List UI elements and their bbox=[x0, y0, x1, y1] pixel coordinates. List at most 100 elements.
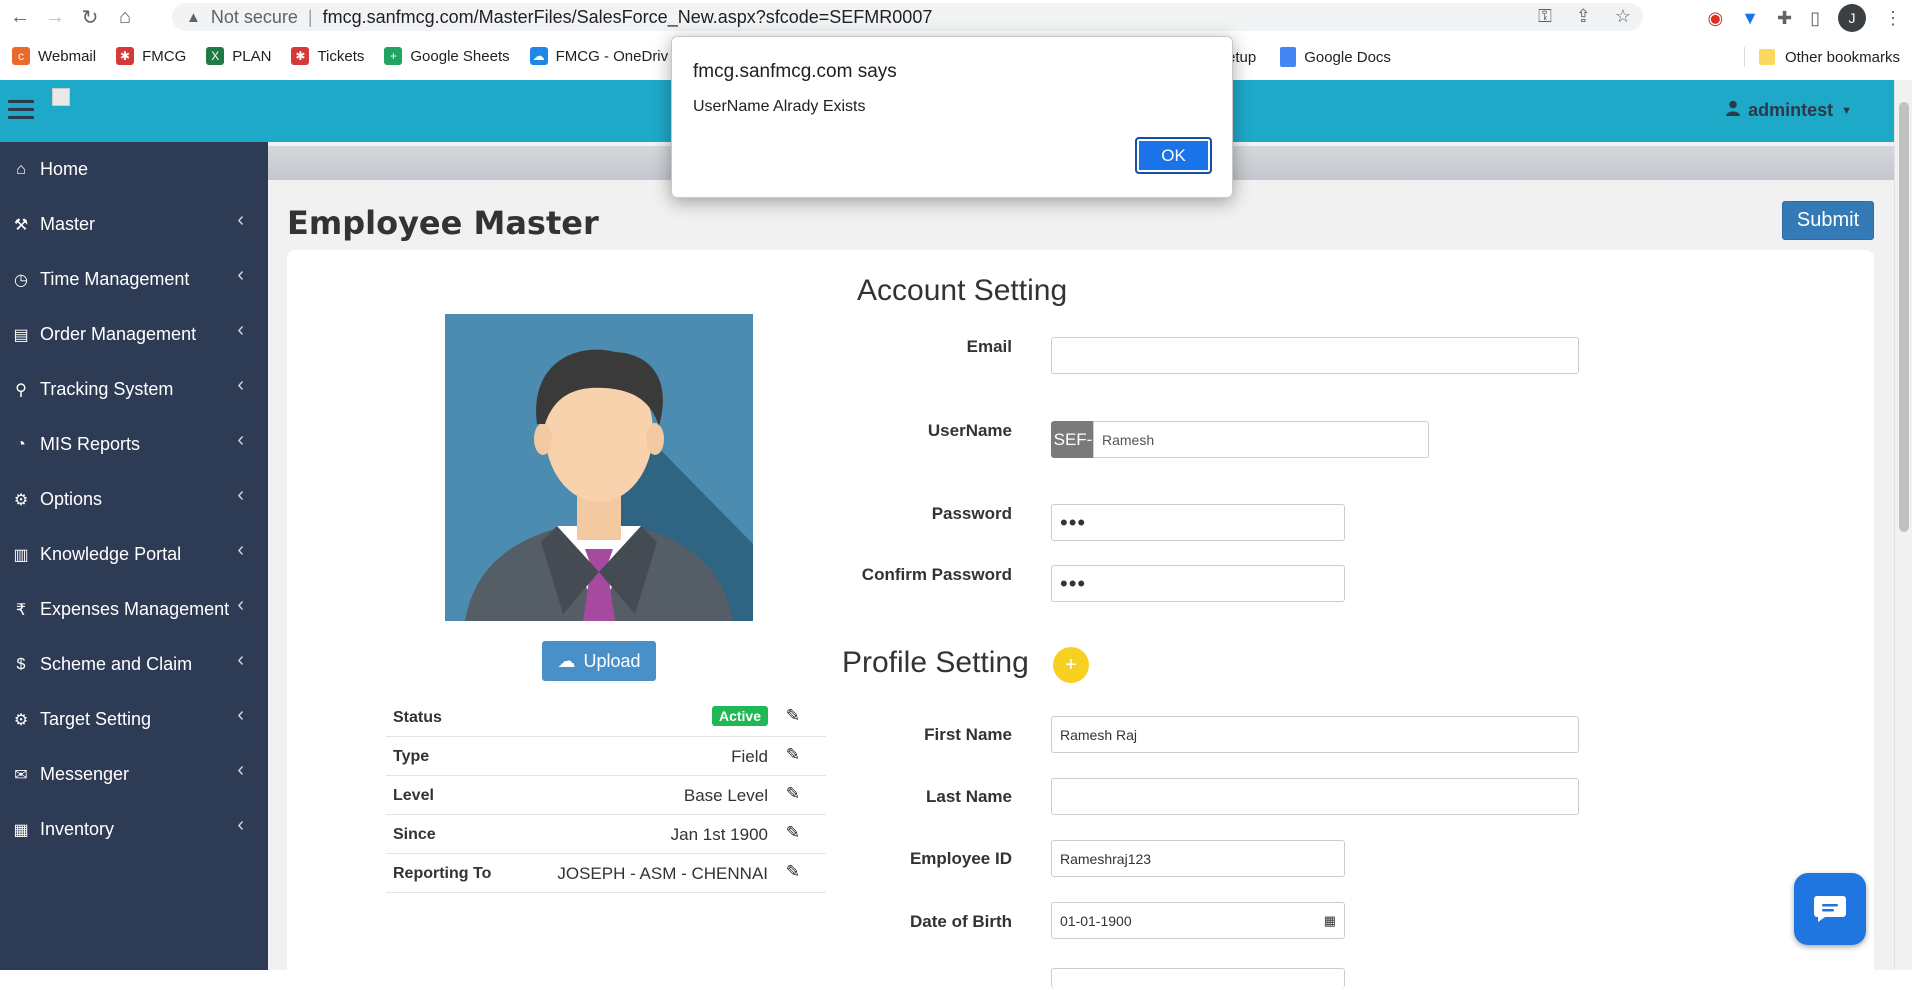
bookmark-webmail[interactable]: c Webmail bbox=[12, 47, 96, 65]
caret-down-icon: ▼ bbox=[1841, 104, 1852, 117]
calendar-icon[interactable]: ▦ bbox=[1324, 913, 1336, 929]
star-icon[interactable]: ☆ bbox=[1615, 6, 1631, 27]
first-name-field[interactable]: Ramesh Raj bbox=[1051, 716, 1579, 753]
extensions-area: ◉ ▼ ✚ ▯ J ⋮ bbox=[1707, 4, 1902, 32]
bookmark-tickets[interactable]: ✱ Tickets bbox=[291, 47, 364, 65]
chevron-left-icon: ‹ bbox=[237, 264, 244, 286]
omnibox-actions: ⚿ ⇪ ☆ bbox=[1538, 6, 1631, 27]
employee-id-field[interactable]: Rameshraj123 bbox=[1051, 840, 1345, 877]
vpn-extension-icon[interactable]: ▼ bbox=[1741, 8, 1759, 29]
username-label-field: UserName bbox=[927, 421, 1012, 440]
next-field-partial[interactable] bbox=[1051, 968, 1345, 988]
password-field[interactable]: ••• bbox=[1051, 504, 1345, 541]
upload-button[interactable]: ☁ Upload bbox=[542, 641, 656, 681]
scrollbar-thumb[interactable] bbox=[1899, 102, 1909, 532]
sidebar-item-master[interactable]: ⚒ Master ‹ bbox=[0, 197, 268, 252]
profile-avatar[interactable]: J bbox=[1838, 4, 1866, 32]
account-setting-title: Account Setting bbox=[857, 274, 1068, 307]
chat-launcher-button[interactable] bbox=[1794, 873, 1866, 945]
bookmark-google-docs[interactable]: Google Docs bbox=[1304, 49, 1391, 66]
sidebar-item-home[interactable]: ⌂ Home bbox=[0, 142, 268, 197]
tickets-icon: ✱ bbox=[291, 47, 310, 65]
url-text: fmcg.sanfmcg.com/MasterFiles/SalesForce_… bbox=[322, 6, 933, 27]
page-scrollbar[interactable] bbox=[1894, 80, 1912, 970]
excel-icon: X bbox=[206, 47, 225, 65]
employee-id-label: Employee ID bbox=[909, 849, 1012, 868]
email-field[interactable] bbox=[1051, 337, 1579, 374]
confirm-password-field[interactable]: ••• bbox=[1051, 565, 1345, 602]
bookmark-plan[interactable]: X PLAN bbox=[206, 47, 271, 65]
map-marker-icon: ⚲ bbox=[15, 381, 27, 399]
alert-title: fmcg.sanfmcg.com says bbox=[693, 61, 897, 82]
share-icon[interactable]: ⇪ bbox=[1576, 6, 1591, 27]
chevron-left-icon: ‹ bbox=[237, 484, 244, 506]
puzzle-icon[interactable]: ✚ bbox=[1777, 8, 1792, 29]
status-badge: Active bbox=[711, 706, 768, 726]
edit-pencil-icon[interactable]: ✎ bbox=[786, 823, 800, 843]
forward-icon[interactable]: → bbox=[40, 3, 70, 33]
info-value: Field bbox=[731, 747, 768, 766]
upload-label: Upload bbox=[583, 650, 641, 671]
reload-icon[interactable]: ↻ bbox=[75, 3, 105, 33]
key-icon[interactable]: ⚿ bbox=[1538, 6, 1552, 27]
address-separator: | bbox=[307, 6, 313, 27]
email-label: Email bbox=[966, 337, 1012, 356]
sidebar-item-expenses-management[interactable]: ₹ Expenses Management ‹ bbox=[0, 582, 268, 637]
sidebar-item-messenger[interactable]: ✉ Messenger ‹ bbox=[0, 747, 268, 802]
main-content: Employee Master Submit ☁ Upload Status A… bbox=[268, 142, 1894, 990]
other-bookmarks[interactable]: Other bookmarks bbox=[1743, 47, 1900, 67]
last-name-field[interactable] bbox=[1051, 778, 1579, 815]
sidebar-item-target-setting[interactable]: ⚙ Target Setting ‹ bbox=[0, 692, 268, 747]
sidebar-item-order-management[interactable]: ▤ Order Management ‹ bbox=[0, 307, 268, 362]
profile-setting-title: Profile Setting bbox=[842, 646, 1029, 679]
chevron-left-icon: ‹ bbox=[237, 209, 244, 231]
sidepanel-icon[interactable]: ▯ bbox=[1810, 8, 1820, 29]
username-field[interactable]: Ramesh bbox=[1093, 421, 1429, 458]
edit-status-pencil-icon[interactable]: ✎ bbox=[786, 706, 800, 726]
chevron-left-icon: ‹ bbox=[237, 319, 244, 341]
fmcg-icon: ✱ bbox=[116, 47, 135, 65]
dob-label: Date of Birth bbox=[910, 912, 1012, 931]
sidebar-item-tracking-system[interactable]: ⚲ Tracking System ‹ bbox=[0, 362, 268, 417]
sidebar-item-scheme-and-claim[interactable]: $ Scheme and Claim ‹ bbox=[0, 637, 268, 692]
home-browser-icon[interactable]: ⌂ bbox=[110, 3, 140, 33]
clock-icon: ◷ bbox=[14, 271, 28, 289]
page-title: Employee Master bbox=[287, 204, 599, 242]
dollar-icon: $ bbox=[16, 655, 26, 673]
home-icon: ⌂ bbox=[16, 160, 26, 178]
edit-pencil-icon[interactable]: ✎ bbox=[786, 745, 800, 765]
add-profile-button[interactable]: + bbox=[1053, 647, 1089, 683]
employee-form-card: ☁ Upload Status Active ✎ Type Field ✎ Level… bbox=[287, 250, 1874, 990]
address-bar[interactable]: ▲ Not secure | fmcg.sanfmcg.com/MasterFi… bbox=[172, 3, 1643, 31]
submit-button[interactable]: Submit bbox=[1782, 201, 1874, 240]
status-value: Active bbox=[711, 706, 768, 726]
hamburger-menu-icon[interactable] bbox=[8, 100, 34, 120]
sidebar-item-inventory[interactable]: ▦ Inventory ‹ bbox=[0, 802, 268, 857]
first-name-label: First Name bbox=[924, 725, 1012, 744]
user-menu[interactable]: admintest ▼ bbox=[1726, 100, 1852, 121]
sidebar-item-label: Scheme and Claim bbox=[40, 654, 193, 674]
screen-record-icon[interactable]: ◉ bbox=[1707, 8, 1723, 29]
cogs-icon: ⚙ bbox=[13, 491, 29, 509]
dob-field[interactable]: 01-01-1900 ▦ bbox=[1051, 902, 1345, 939]
sidebar-item-knowledge-portal[interactable]: ▥ Knowledge Portal ‹ bbox=[0, 527, 268, 582]
kebab-menu-icon[interactable]: ⋮ bbox=[1884, 8, 1902, 29]
chevron-left-icon: ‹ bbox=[237, 539, 244, 561]
sidebar-item-label: Options bbox=[40, 489, 103, 509]
sidebar-item-mis-reports[interactable]: ◔ MIS Reports ‹ bbox=[0, 417, 268, 472]
bookmark-onedrive[interactable]: ☁ FMCG - OneDriv bbox=[529, 47, 668, 65]
back-icon[interactable]: ← bbox=[5, 3, 35, 33]
chevron-left-icon: ‹ bbox=[237, 374, 244, 396]
sidebar-item-label: Tracking System bbox=[40, 379, 174, 399]
sidebar-item-options[interactable]: ⚙ Options ‹ bbox=[0, 472, 268, 527]
password-mask: ••• bbox=[1060, 509, 1087, 535]
sidebar-item-time-management[interactable]: ◷ Time Management ‹ bbox=[0, 252, 268, 307]
password-label: Password bbox=[931, 504, 1012, 523]
alert-ok-button[interactable]: OK bbox=[1135, 137, 1212, 174]
info-label: Level bbox=[393, 787, 434, 804]
docs-icon bbox=[1280, 47, 1297, 67]
bookmark-google-sheets[interactable]: + Google Sheets bbox=[384, 47, 510, 65]
confirm-password-mask: ••• bbox=[1060, 570, 1087, 596]
sidebar: ⌂ Home ⚒ Master ‹ ◷ Time Management ‹ ▤ Order Man… bbox=[0, 142, 268, 970]
bookmark-fmcg[interactable]: ✱ FMCG bbox=[116, 47, 186, 65]
